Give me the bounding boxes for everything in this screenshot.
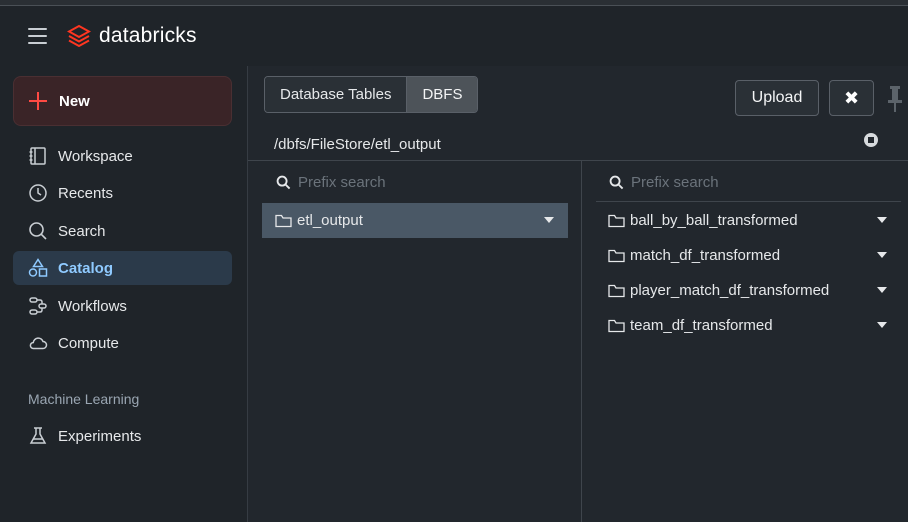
folder-row-selected[interactable]: etl_output (262, 203, 568, 238)
brand-name: databricks (99, 24, 197, 47)
pin-icon[interactable] (884, 84, 906, 114)
folder-name: team_df_transformed (630, 317, 773, 334)
folder-icon (608, 214, 625, 227)
sidebar-item-label: Workflows (58, 297, 127, 315)
new-button[interactable]: New (13, 76, 232, 126)
left-search (276, 167, 538, 197)
folder-name: ball_by_ball_transformed (630, 212, 798, 229)
folder-name: player_match_df_transformed (630, 282, 830, 299)
divider (248, 160, 908, 161)
databricks-logo[interactable]: databricks (67, 22, 197, 50)
folder-row[interactable]: ball_by_ball_transformed (608, 203, 898, 238)
folder-row[interactable]: player_match_df_transformed (608, 273, 898, 308)
search-icon (276, 175, 291, 189)
section-label-machine-learning: Machine Learning (28, 391, 140, 407)
catalog-icon (27, 257, 49, 279)
prefix-search-input[interactable] (298, 173, 538, 191)
sidebar-item-label: Compute (58, 334, 119, 352)
hamburger-menu-icon[interactable] (28, 28, 47, 44)
caret-down-icon[interactable] (544, 217, 554, 223)
sidebar-item-label: Experiments (58, 427, 142, 445)
tab-dbfs[interactable]: DBFS (406, 77, 478, 112)
folder-icon (608, 249, 625, 262)
sidebar-item-workflows[interactable]: Workflows (13, 289, 232, 323)
current-path: /dbfs/FileStore/etl_output (274, 136, 441, 153)
prefix-search-input[interactable] (631, 173, 871, 191)
sidebar-item-search[interactable]: Search (13, 214, 232, 248)
source-toggle: Database Tables DBFS (264, 76, 479, 113)
folder-row[interactable]: match_df_transformed (608, 238, 898, 273)
caret-down-icon[interactable] (877, 287, 887, 293)
sidebar-item-experiments[interactable]: Experiments (13, 419, 232, 453)
folder-icon (608, 319, 625, 332)
plus-icon (29, 92, 47, 110)
workflows-icon (27, 295, 49, 317)
folder-icon (608, 284, 625, 297)
close-button[interactable]: ✖ (829, 80, 874, 116)
search-icon (609, 175, 624, 189)
right-search (609, 167, 871, 197)
flask-icon (27, 425, 49, 447)
caret-down-icon[interactable] (877, 217, 887, 223)
folder-row[interactable]: team_df_transformed (608, 308, 898, 343)
sidebar-item-recents[interactable]: Recents (13, 176, 232, 210)
sidebar-item-label: Recents (58, 184, 114, 202)
cloud-icon (27, 332, 49, 354)
search-underline (596, 201, 901, 202)
sidebar-item-label: Search (58, 222, 106, 240)
search-icon (27, 220, 49, 242)
dbfs-browser-panel: Database Tables DBFS Upload ✖ /dbfs/File… (247, 66, 908, 522)
sidebar-item-label: Workspace (58, 147, 133, 165)
clock-icon (27, 182, 49, 204)
folder-name: match_df_transformed (630, 247, 781, 264)
new-button-label: New (59, 92, 90, 110)
databricks-logo-icon (67, 24, 91, 48)
top-header: databricks (0, 6, 908, 66)
sidebar: New Workspace Recents Search Catalog Wor… (0, 66, 247, 522)
caret-down-icon[interactable] (877, 252, 887, 258)
pane-divider (581, 161, 582, 522)
workspace-icon (27, 145, 49, 167)
tab-database-tables[interactable]: Database Tables (265, 77, 407, 112)
folder-icon (275, 214, 292, 227)
sidebar-item-workspace[interactable]: Workspace (13, 139, 232, 173)
sidebar-item-catalog[interactable]: Catalog (13, 251, 232, 285)
upload-button[interactable]: Upload (735, 80, 819, 116)
sidebar-item-compute[interactable]: Compute (13, 326, 232, 360)
caret-down-icon[interactable] (877, 322, 887, 328)
stop-icon[interactable] (864, 133, 878, 147)
sidebar-item-label: Catalog (58, 259, 114, 277)
folder-name: etl_output (297, 212, 363, 229)
